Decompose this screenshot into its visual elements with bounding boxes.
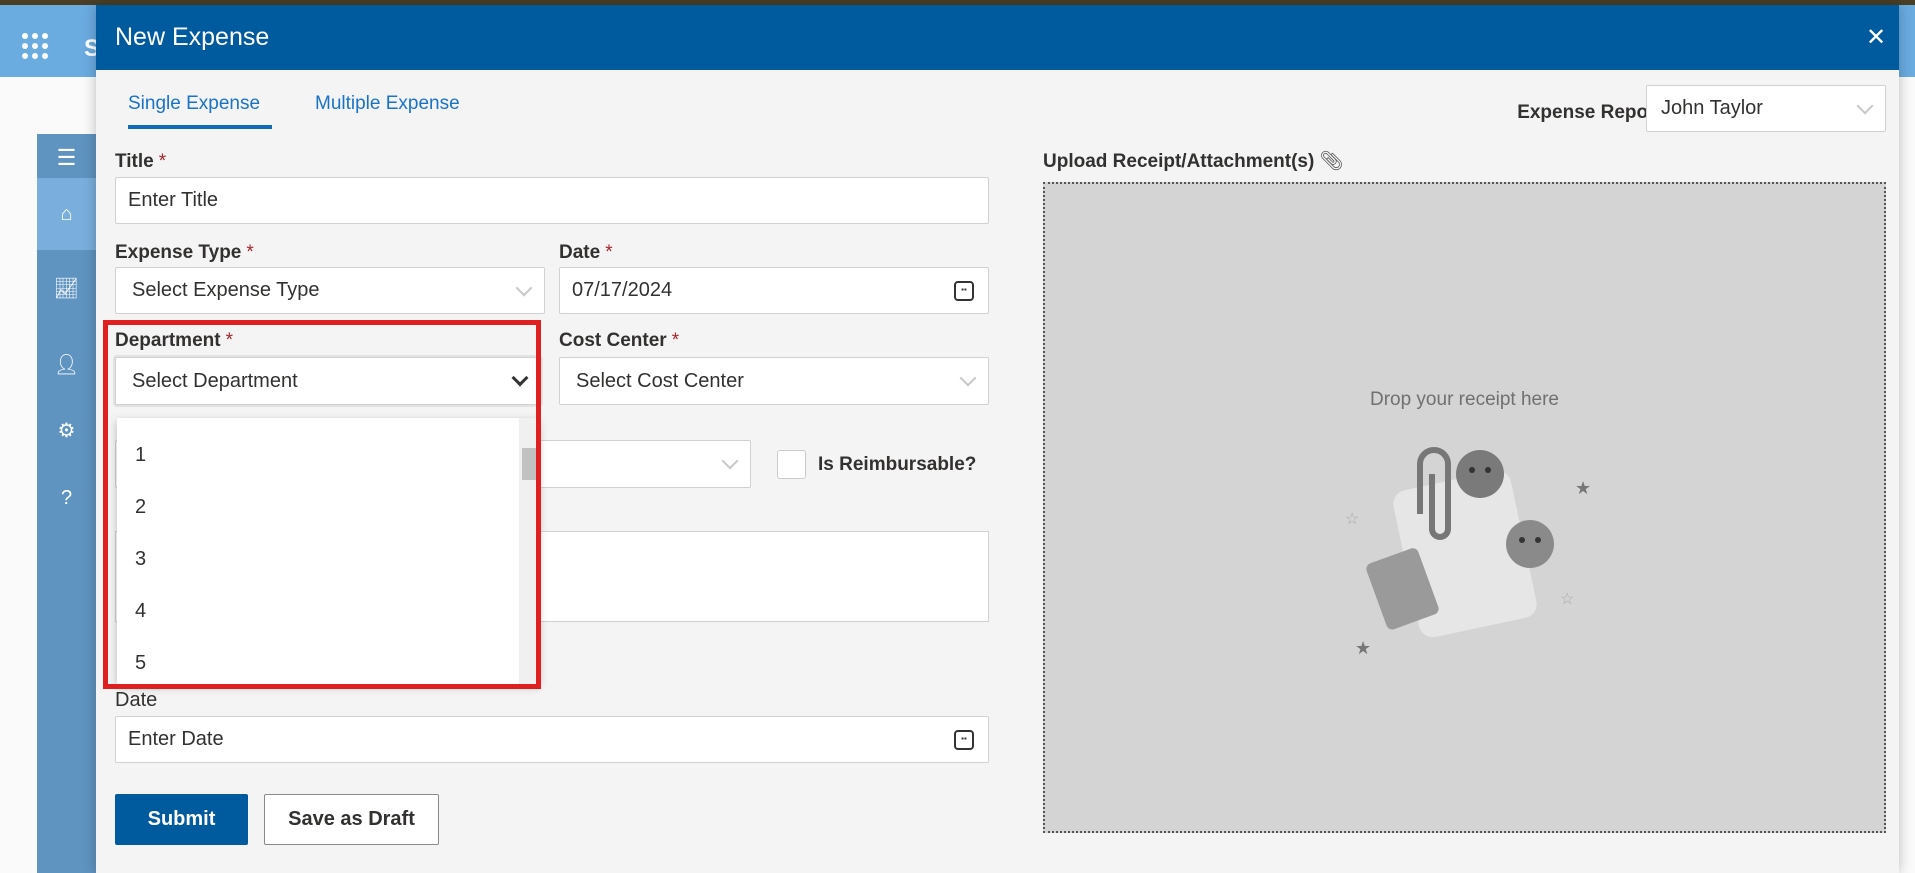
required-marker: * <box>246 242 254 263</box>
title-label: Title * <box>115 151 166 173</box>
help-icon[interactable]: ? <box>37 474 96 522</box>
date2-placeholder: Enter Date <box>128 728 224 750</box>
required-marker: * <box>158 151 167 172</box>
chevron-down-icon <box>959 369 977 387</box>
expense-type-label: Expense Type * <box>115 242 254 264</box>
required-marker: * <box>671 330 680 351</box>
date-label-text: Date <box>559 242 601 263</box>
help-label: ? <box>60 486 73 509</box>
home-icon[interactable]: ⌂ <box>37 178 96 250</box>
expense-type-placeholder: Select Expense Type <box>132 279 320 301</box>
paperclip-icon: 📎︎ <box>1319 151 1344 172</box>
calendar-icon[interactable]: ▪▪ <box>954 729 974 750</box>
dialog-header: New Expense ✕ <box>96 5 1899 70</box>
cost-center-label-text: Cost Center <box>559 330 667 351</box>
expense-type-label-text: Expense Type <box>115 242 242 263</box>
reported-by-select[interactable]: John Taylor <box>1646 85 1886 132</box>
app-launcher-icon[interactable] <box>22 33 48 59</box>
date-input[interactable]: 07/17/2024 ▪▪ <box>559 267 989 314</box>
date-label: Date * <box>559 242 613 264</box>
svg-text:☆: ☆ <box>1560 591 1574 608</box>
expense-type-select[interactable]: Select Expense Type <box>115 267 545 314</box>
title-placeholder: Enter Title <box>128 189 219 211</box>
cost-center-select[interactable]: Select Cost Center <box>559 357 989 405</box>
save-draft-button[interactable]: Save as Draft <box>264 794 439 845</box>
chevron-down-icon <box>721 452 739 470</box>
svg-text:☆: ☆ <box>1345 511 1359 528</box>
active-tab-indicator <box>128 125 272 129</box>
user-settings-icon[interactable]: 👤︎ <box>37 340 96 388</box>
tab-multiple-expense[interactable]: Multiple Expense <box>315 93 460 115</box>
drop-text: Drop your receipt here <box>1369 389 1560 410</box>
title-label-text: Title <box>115 151 154 172</box>
reported-by-value: John Taylor <box>1661 97 1763 119</box>
submit-button[interactable]: Submit <box>115 794 248 845</box>
date-value: 07/17/2024 <box>572 279 673 301</box>
date2-input[interactable]: Enter Date ▪▪ <box>115 716 989 763</box>
menu-icon[interactable]: ☰ <box>37 134 96 182</box>
receipt-illustration-icon: ★ ☆ ☆ ★ <box>1345 447 1591 658</box>
new-expense-dialog: New Expense ✕ Single Expense Multiple Ex… <box>96 5 1899 873</box>
chart-icon[interactable]: 📈︎ <box>37 264 96 312</box>
reimbursable-label[interactable]: Is Reimbursable? <box>818 454 976 476</box>
tab-single-expense[interactable]: Single Expense <box>128 93 260 115</box>
cost-center-label: Cost Center * <box>559 330 679 352</box>
svg-text:★: ★ <box>1355 638 1371 658</box>
highlight-box <box>103 320 541 689</box>
title-input[interactable]: Enter Title <box>115 177 989 224</box>
chevron-down-icon <box>515 279 533 296</box>
reimbursable-checkbox[interactable] <box>777 450 806 479</box>
dialog-title: New Expense <box>115 23 270 51</box>
svg-text:★: ★ <box>1575 478 1591 498</box>
required-marker: * <box>605 242 613 263</box>
chevron-down-icon <box>1856 97 1874 114</box>
date2-label: Date <box>115 689 158 711</box>
sidebar: ☰ ⌂ 📈︎ 👤︎ ⚙ ? <box>37 134 96 873</box>
close-icon[interactable]: ✕ <box>1866 23 1886 52</box>
upload-label-text: Upload Receipt/Attachment(s) <box>1043 151 1315 172</box>
cost-center-placeholder: Select Cost Center <box>576 369 744 392</box>
gear-icon[interactable]: ⚙ <box>37 406 96 454</box>
calendar-icon[interactable]: ▪▪ <box>954 280 974 301</box>
upload-label: Upload Receipt/Attachment(s) 📎︎ <box>1043 149 1344 173</box>
receipt-drop-zone[interactable]: Drop your receipt here ★ ☆ ☆ ★ <box>1043 182 1886 833</box>
